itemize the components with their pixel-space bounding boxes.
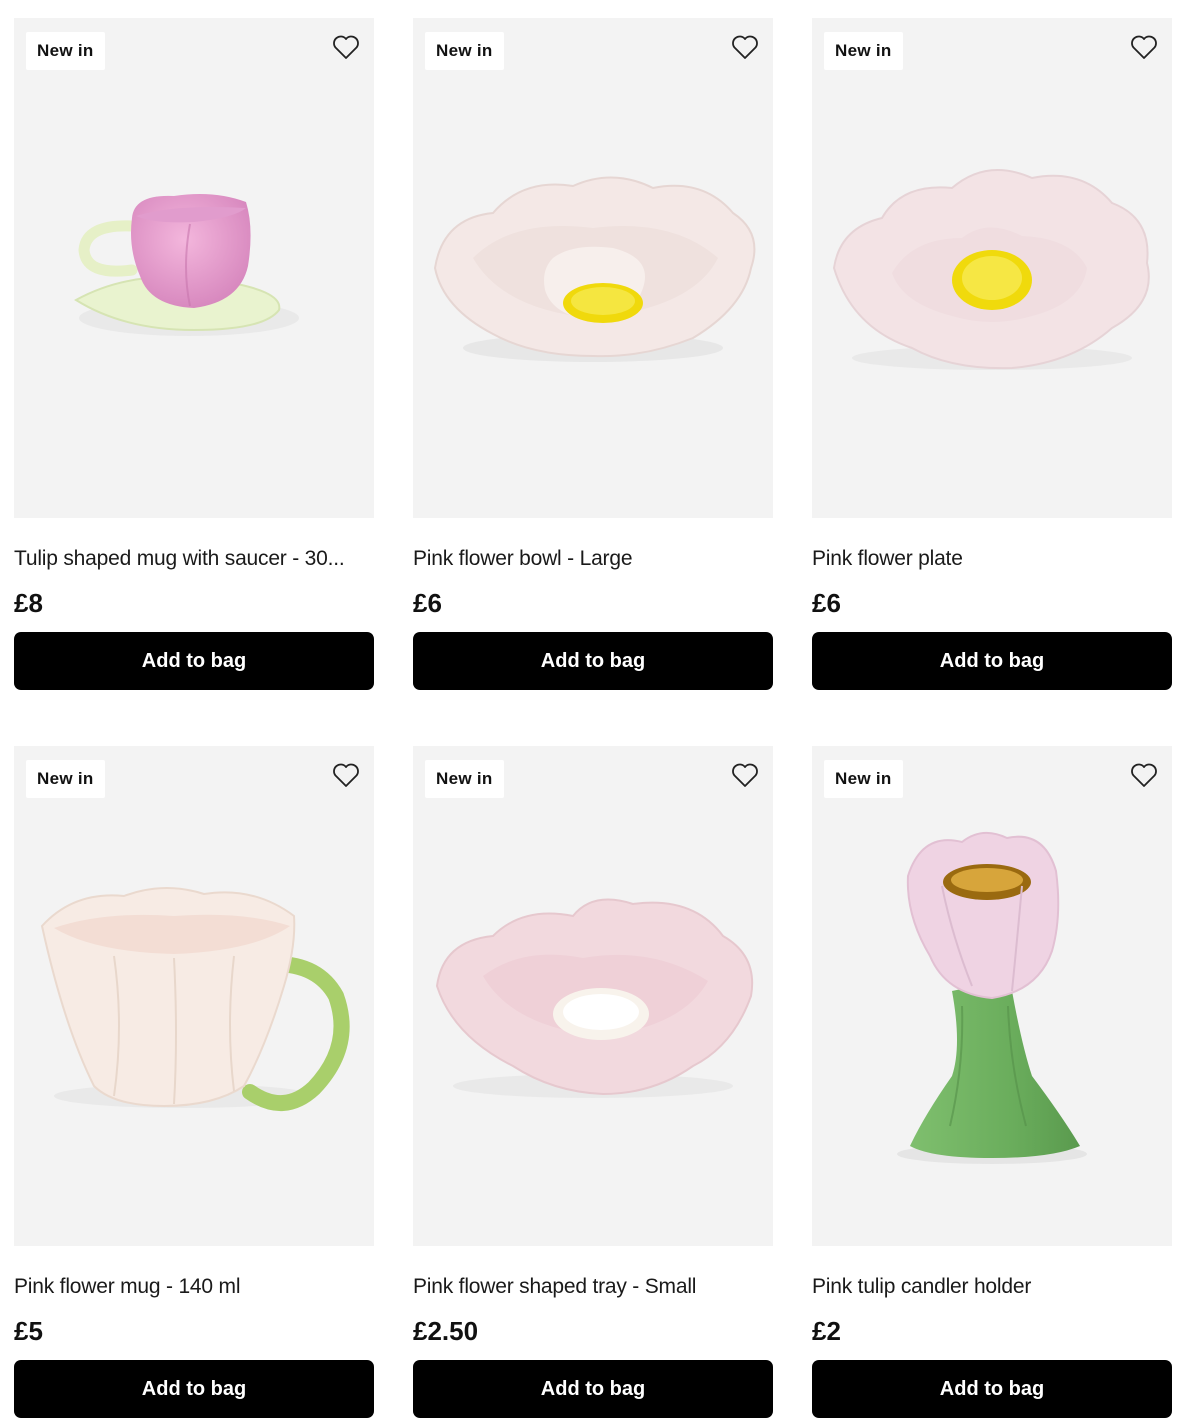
product-title[interactable]: Tulip shaped mug with saucer - 30... (14, 546, 374, 572)
heart-outline-icon[interactable] (1130, 762, 1158, 788)
product-price: £2 (812, 1316, 841, 1346)
heart-outline-icon[interactable] (332, 34, 360, 60)
heart-outline-icon[interactable] (731, 34, 759, 60)
add-to-bag-button[interactable]: Add to bag (812, 632, 1172, 690)
new-in-badge: New in (425, 32, 504, 70)
product-price: £6 (413, 588, 442, 618)
new-in-badge: New in (824, 32, 903, 70)
product-price: £5 (14, 1316, 43, 1346)
pink-flower-mug-image (40, 887, 350, 1112)
product-image[interactable]: New in (812, 746, 1172, 1246)
add-to-bag-button[interactable]: Add to bag (413, 632, 773, 690)
product-image[interactable]: New in (413, 18, 773, 518)
add-to-bag-button[interactable]: Add to bag (14, 632, 374, 690)
new-in-badge: New in (425, 760, 504, 798)
product-image[interactable]: New in (413, 746, 773, 1246)
product-title[interactable]: Pink flower bowl - Large (413, 546, 773, 572)
new-in-badge: New in (824, 760, 903, 798)
product-card[interactable]: New in Pink flower plate £6 Add to bag (812, 18, 1172, 694)
product-card[interactable]: New in Pink flower shaped tray - Small £… (413, 746, 773, 1422)
heart-outline-icon[interactable] (332, 762, 360, 788)
product-image[interactable]: New in (14, 746, 374, 1246)
add-to-bag-button[interactable]: Add to bag (812, 1360, 1172, 1418)
new-in-badge: New in (26, 32, 105, 70)
heart-outline-icon[interactable] (1130, 34, 1158, 60)
product-title[interactable]: Pink tulip candler holder (812, 1274, 1172, 1300)
product-card[interactable]: New in Pink flower bowl - Large £6 Add t… (413, 18, 773, 694)
add-to-bag-button[interactable]: Add to bag (14, 1360, 374, 1418)
product-card[interactable]: New in Pink flower mug - 140 ml £5 Add t… (14, 746, 374, 1422)
pink-tulip-candle-holder-image (897, 831, 1087, 1164)
product-card[interactable]: New in Tulip shaped mug with saucer - 30… (14, 18, 374, 694)
product-image[interactable]: New in (14, 18, 374, 518)
tulip-mug-saucer-image (74, 194, 299, 336)
pink-flower-plate-image (832, 169, 1150, 370)
product-title[interactable]: Pink flower mug - 140 ml (14, 1274, 374, 1300)
product-price: £2.50 (413, 1316, 479, 1346)
product-card[interactable]: New in Pink tulip candler holder £2 Add … (812, 746, 1172, 1422)
product-grid: New in Tulip shaped mug with saucer - 30… (14, 18, 1172, 1422)
product-title[interactable]: Pink flower shaped tray - Small (413, 1274, 773, 1300)
product-title[interactable]: Pink flower plate (812, 546, 1172, 572)
add-to-bag-button[interactable]: Add to bag (413, 1360, 773, 1418)
product-price: £8 (14, 588, 43, 618)
pink-flower-bowl-image (433, 176, 756, 362)
new-in-badge: New in (26, 760, 105, 798)
product-price: £6 (812, 588, 841, 618)
pink-flower-tray-image (435, 898, 754, 1098)
heart-outline-icon[interactable] (731, 762, 759, 788)
product-image[interactable]: New in (812, 18, 1172, 518)
